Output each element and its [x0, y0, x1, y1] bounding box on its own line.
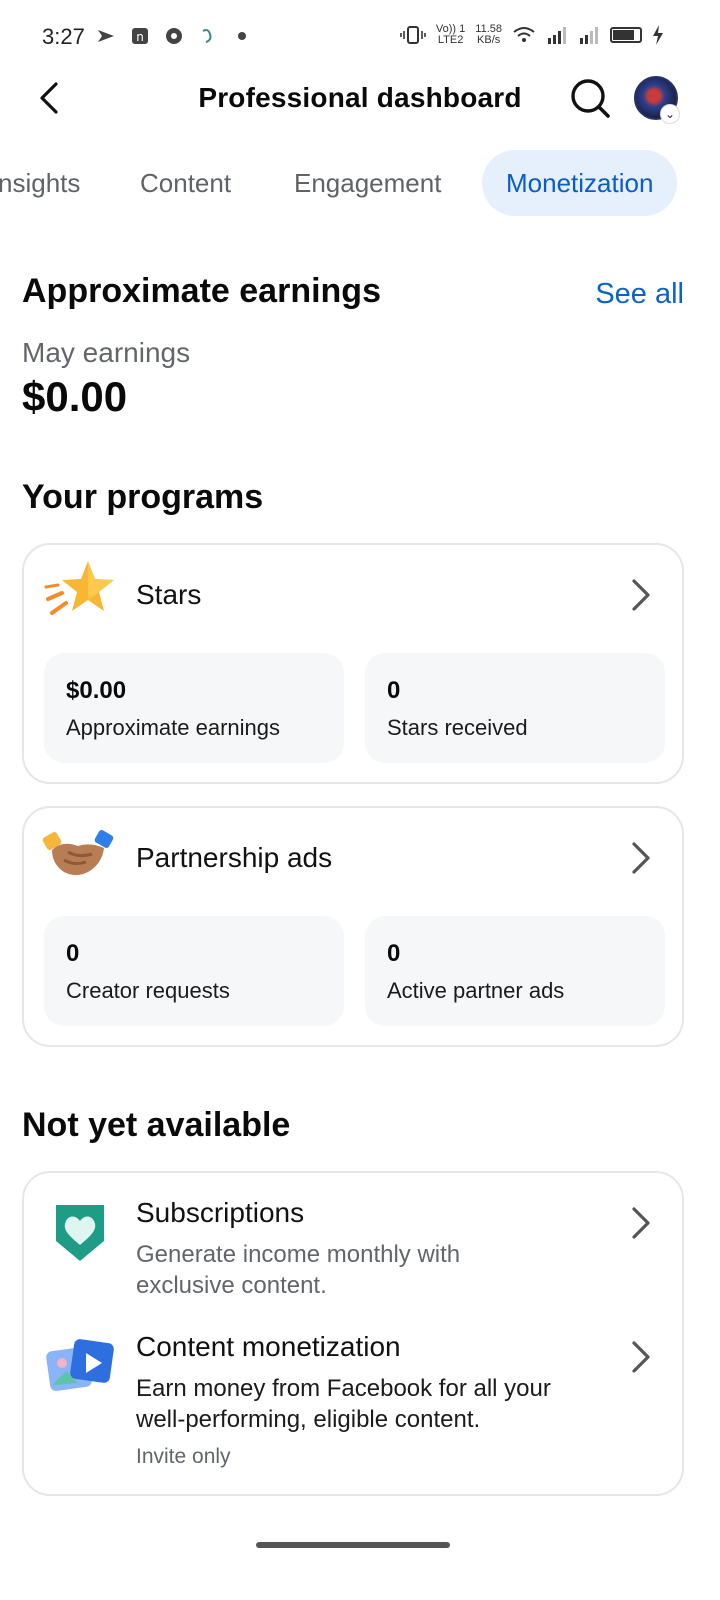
active-partner-ads-stat: 0 Active partner ads: [365, 916, 665, 1026]
not-available-card: Subscriptions Generate income monthly wi…: [22, 1171, 684, 1496]
home-indicator[interactable]: [256, 1542, 450, 1548]
app-header: Professional dashboard ⌄: [0, 72, 720, 124]
stars-program-card[interactable]: Stars $0.00 Approximate earnings 0 Stars…: [22, 543, 684, 784]
handshake-icon: [42, 830, 114, 875]
stars-earnings-stat: $0.00 Approximate earnings: [44, 653, 344, 763]
content-monetization-title: Content monetization: [136, 1331, 401, 1362]
star-icon: [44, 561, 114, 615]
content-monetization-row[interactable]: Content monetization Earn money from Fac…: [24, 1323, 682, 1493]
subscriptions-row[interactable]: Subscriptions Generate income monthly wi…: [24, 1173, 682, 1313]
stat-value: $0.00: [66, 677, 127, 704]
script-notification-icon: [202, 29, 212, 43]
network-speed: 11.58 KB/s: [475, 23, 502, 46]
shield-heart-icon: [56, 1205, 104, 1261]
status-notification-icons: n: [96, 26, 252, 46]
tab-insights[interactable]: nsights: [0, 150, 80, 216]
stat-value: 0: [387, 940, 401, 967]
signal-icon-2: [580, 27, 598, 44]
signal-icon: [548, 27, 566, 44]
tab-content[interactable]: Content: [140, 150, 231, 216]
stat-label: Active partner ads: [387, 978, 565, 1003]
subscriptions-title: Subscriptions: [136, 1197, 305, 1228]
chevron-right-icon[interactable]: [626, 1203, 654, 1243]
status-system-icons: Vo)) 1 LTE2 11.58 KB/s: [400, 24, 664, 46]
chevron-down-icon[interactable]: ⌄: [660, 104, 680, 124]
battery-icon: [610, 27, 642, 43]
tab-engagement[interactable]: Engagement: [294, 150, 441, 216]
creator-requests-stat: 0 Creator requests: [44, 916, 344, 1026]
search-icon[interactable]: [568, 76, 612, 120]
status-time: 3:27: [42, 24, 85, 49]
settings-notification-icon: [166, 28, 182, 44]
send-icon: [98, 30, 114, 42]
content-monetization-description: Earn money from Facebook for all your we…: [136, 1375, 551, 1433]
stat-label: Creator requests: [66, 978, 230, 1003]
dot-icon: [238, 32, 246, 40]
photo-video-icon: [46, 1339, 114, 1391]
chevron-right-icon[interactable]: [626, 575, 654, 615]
earnings-amount: $0.00: [22, 373, 128, 420]
vibrate-icon: [400, 26, 426, 44]
tab-bar: nsights Content Engagement Monetization: [0, 150, 720, 218]
page-title: Professional dashboard: [198, 82, 522, 113]
chevron-right-icon[interactable]: [626, 838, 654, 878]
see-all-link[interactable]: See all: [595, 278, 684, 311]
tab-monetization[interactable]: Monetization: [482, 150, 678, 216]
not-available-heading: Not yet available: [22, 1106, 291, 1144]
svg-text:n: n: [136, 30, 144, 44]
stars-title: Stars: [136, 579, 202, 610]
status-bar: 3:27 n Vo)) 1 LTE2 11.58 KB/s: [0, 0, 720, 72]
invite-only-note: Invite only: [136, 1445, 231, 1468]
programs-heading: Your programs: [22, 478, 264, 516]
stat-value: 0: [66, 940, 80, 967]
subscriptions-description: Generate income monthly with exclusive c…: [136, 1241, 461, 1299]
wifi-icon: [513, 27, 535, 42]
earnings-month-label: May earnings: [22, 337, 191, 368]
earnings-heading: Approximate earnings: [22, 272, 381, 310]
stat-label: Stars received: [387, 715, 528, 740]
partnership-title: Partnership ads: [136, 842, 333, 873]
chevron-right-icon[interactable]: [626, 1337, 654, 1377]
stars-received-stat: 0 Stars received: [365, 653, 665, 763]
partnership-ads-card[interactable]: Partnership ads 0 Creator requests 0 Act…: [22, 806, 684, 1047]
app-notification-icon: n: [132, 28, 148, 44]
stat-value: 0: [387, 677, 401, 704]
stat-label: Approximate earnings: [66, 715, 281, 740]
network-type: Vo)) 1 LTE2: [435, 23, 466, 46]
charging-icon: [653, 25, 663, 45]
